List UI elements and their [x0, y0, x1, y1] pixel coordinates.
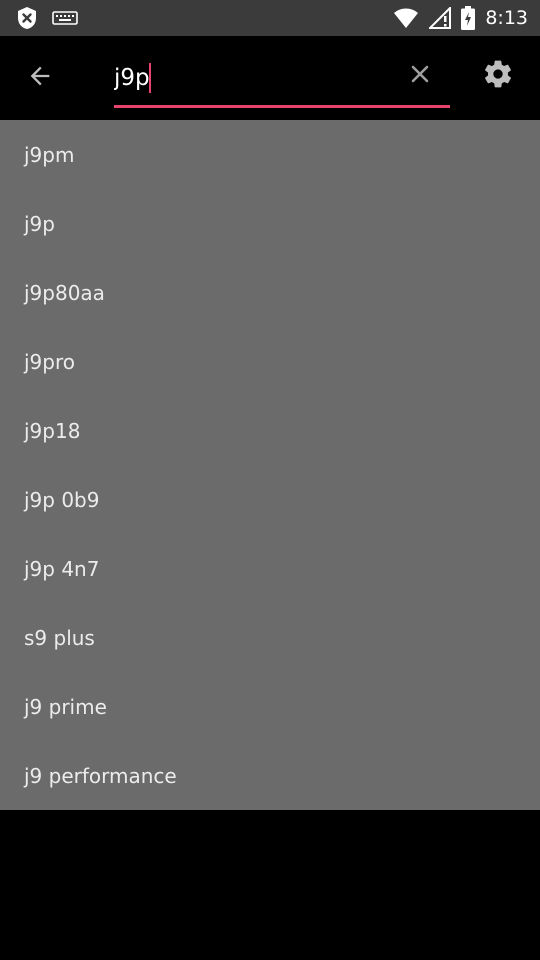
search-toolbar: [0, 36, 540, 120]
suggestion-item[interactable]: j9p 4n7: [0, 534, 540, 603]
gear-icon: [482, 58, 514, 94]
close-icon: [408, 62, 432, 90]
suggestion-item[interactable]: j9 performance: [0, 741, 540, 810]
suggestion-item[interactable]: j9 prime: [0, 672, 540, 741]
suggestion-list: j9pm j9p j9p80aa j9pro j9p18 j9p 0b9 j9p…: [0, 120, 540, 810]
status-left-icons: [0, 6, 78, 30]
suggestion-item[interactable]: j9p80aa: [0, 258, 540, 327]
background-area: [0, 810, 540, 960]
status-bar: 8:13: [0, 0, 540, 36]
suggestion-item[interactable]: j9p: [0, 189, 540, 258]
suggestion-item[interactable]: s9 plus: [0, 603, 540, 672]
keyboard-icon: [52, 10, 78, 26]
wifi-icon: [393, 7, 419, 29]
back-button[interactable]: [20, 58, 60, 98]
search-field[interactable]: [114, 50, 450, 108]
status-right-icons: 8:13: [393, 6, 540, 30]
clear-search-button[interactable]: [405, 61, 435, 91]
text-caret: [149, 63, 151, 93]
settings-button[interactable]: [478, 56, 518, 96]
status-time: 8:13: [485, 7, 528, 29]
search-input[interactable]: [114, 60, 394, 96]
suggestion-item[interactable]: j9p18: [0, 396, 540, 465]
signal-no-data-icon: [429, 7, 452, 29]
suggestion-item[interactable]: j9p 0b9: [0, 465, 540, 534]
arrow-left-icon: [26, 62, 54, 94]
suggestion-item[interactable]: j9pro: [0, 327, 540, 396]
shield-icon: [16, 6, 38, 30]
suggestion-item[interactable]: j9pm: [0, 120, 540, 189]
battery-icon: [461, 6, 476, 30]
